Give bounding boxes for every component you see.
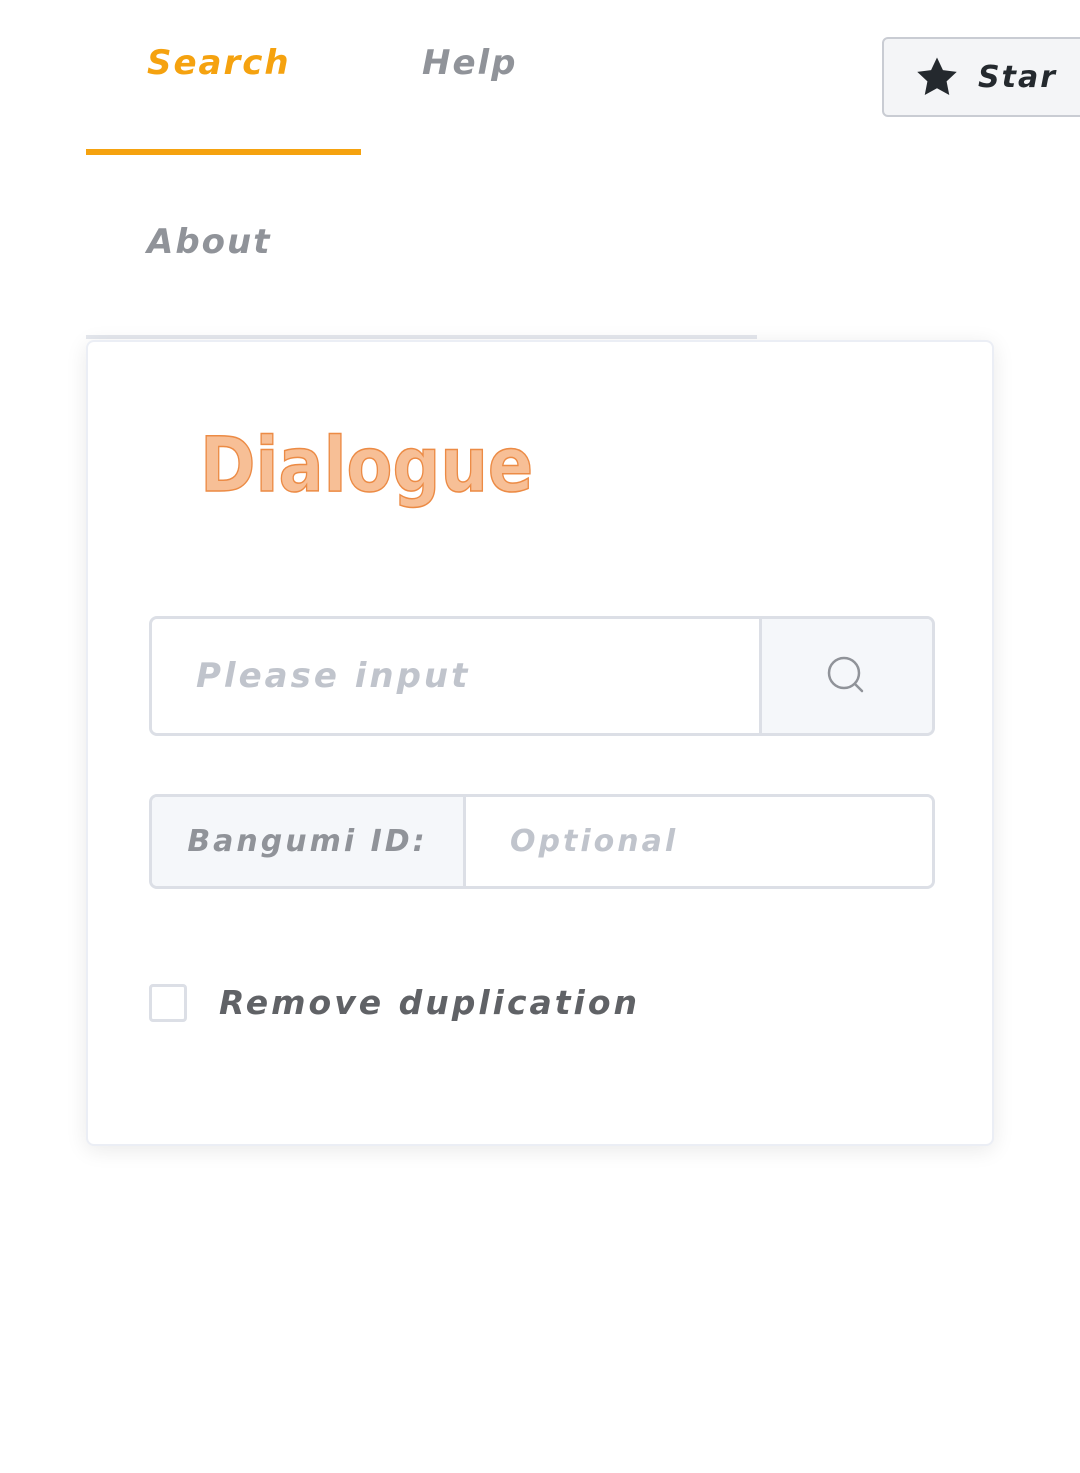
remove-duplication-label: Remove duplication [219, 983, 641, 1022]
remove-duplication-option[interactable]: Remove duplication [149, 983, 640, 1022]
search-icon [827, 656, 864, 693]
bangumi-id-group: Bangumi ID: [149, 794, 935, 889]
star-button[interactable]: Star [882, 37, 1080, 117]
tab-active-indicator [86, 149, 361, 155]
search-card: Dialogue Bangumi ID: Remove duplication [86, 340, 994, 1146]
star-label: Star [978, 59, 1057, 95]
search-button[interactable] [759, 619, 932, 733]
search-input-group [149, 616, 935, 736]
tab-about[interactable]: About [147, 222, 271, 262]
star-icon [917, 57, 957, 96]
bangumi-id-label: Bangumi ID: [152, 797, 466, 886]
search-input[interactable] [152, 619, 759, 733]
tabs-divider [86, 335, 757, 339]
bangumi-id-input[interactable] [466, 797, 932, 886]
tab-help[interactable]: Help [422, 43, 518, 83]
dialogue-logo: Dialogue [199, 419, 534, 510]
remove-duplication-checkbox[interactable] [149, 983, 187, 1022]
tab-search[interactable]: Search [147, 43, 291, 83]
